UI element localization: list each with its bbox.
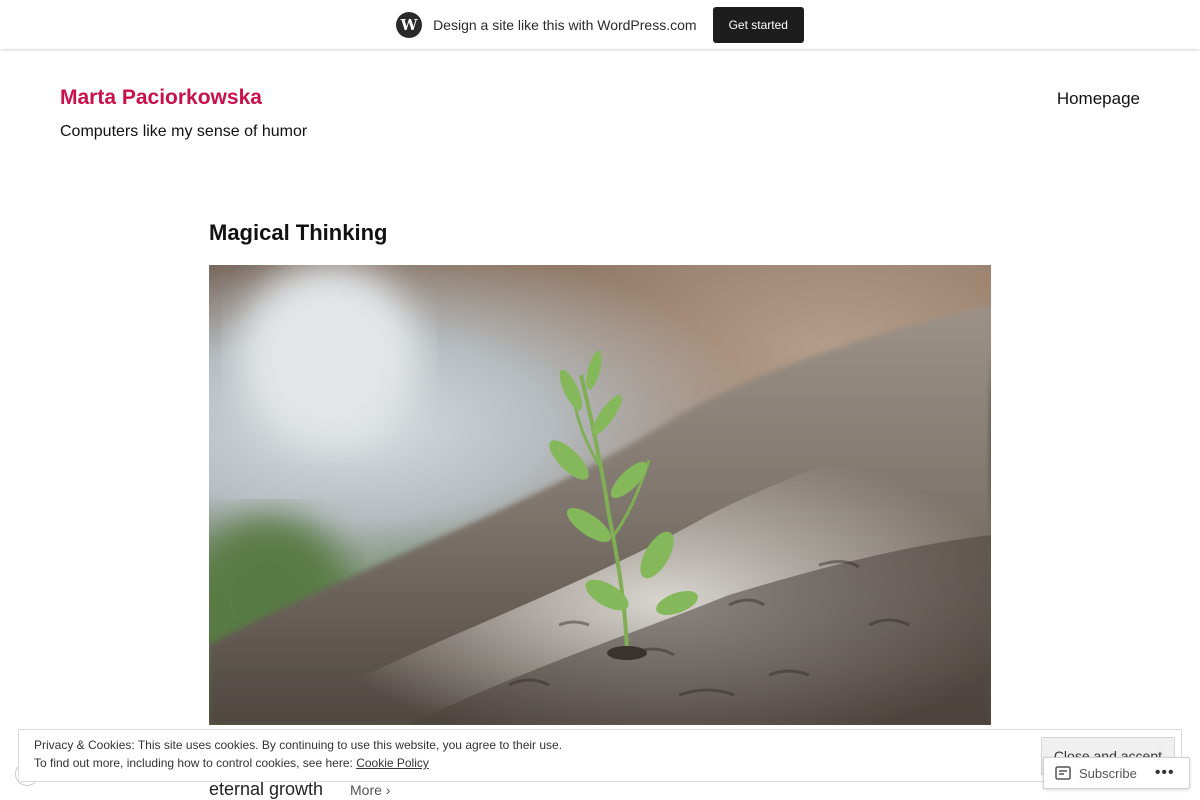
get-started-button[interactable]: Get started <box>712 6 804 43</box>
reader-icon <box>1055 766 1071 780</box>
cookie-banner: Privacy & Cookies: This site uses cookie… <box>18 729 1182 782</box>
subscribe-label: Subscribe <box>1079 765 1137 781</box>
nav-item-homepage[interactable]: Homepage <box>1057 89 1140 109</box>
wordpress-promo-bar: W Design a site like this with WordPress… <box>0 0 1200 49</box>
site-title[interactable]: Marta Paciorkowska <box>60 86 262 110</box>
more-options-icon[interactable]: ••• <box>1145 764 1185 782</box>
cookie-notice-text: Privacy & Cookies: This site uses cookie… <box>34 738 563 752</box>
post-featured-image[interactable] <box>209 265 991 725</box>
subscribe-button[interactable]: Subscribe <box>1044 758 1145 788</box>
cookie-notice-more: To find out more, including how to contr… <box>34 756 429 770</box>
post-title[interactable]: Magical Thinking <box>209 220 387 246</box>
site-tagline: Computers like my sense of humor <box>60 123 308 140</box>
cookie-notice-prefix: To find out more, including how to contr… <box>34 756 357 770</box>
cookie-policy-link[interactable]: Cookie Policy <box>356 756 429 770</box>
wordpress-logo-icon[interactable]: W <box>396 11 423 38</box>
promo-text: Design a site like this with WordPress.c… <box>433 16 697 33</box>
follow-bar: Subscribe ••• <box>1043 757 1190 789</box>
post-excerpt: eternal growth <box>209 779 324 799</box>
more-link[interactable]: More › <box>350 782 390 798</box>
sprout-illustration <box>209 265 991 725</box>
